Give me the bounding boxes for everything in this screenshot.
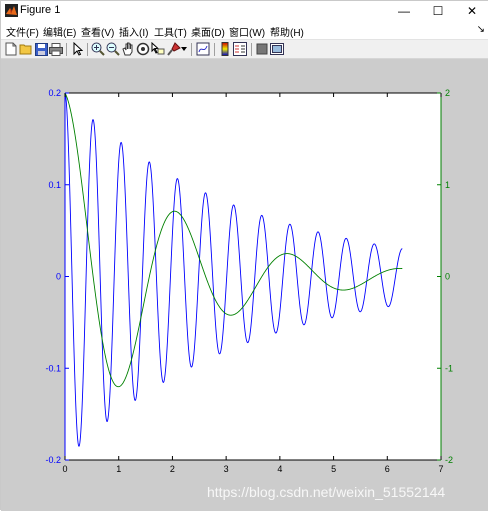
menu-edit[interactable]: 编辑(E) [43, 24, 76, 39]
toolbar-separator [191, 43, 192, 56]
brush-dropdown-icon[interactable] [180, 42, 188, 56]
menubar-dock-icon[interactable]: ↘ [477, 24, 485, 35]
toolbar-separator [66, 43, 67, 56]
right-y-tick-label: -1 [445, 363, 453, 373]
zoom-out-icon[interactable] [106, 42, 120, 56]
print-icon[interactable] [49, 42, 63, 56]
left-y-tick-label: 0.1 [48, 180, 61, 190]
left-y-tick-label: 0.2 [48, 88, 61, 98]
x-tick-label: 1 [116, 464, 121, 474]
pan-hand-icon[interactable] [121, 42, 135, 56]
right-y-tick-label: 2 [445, 88, 450, 98]
title-bar: Figure 1 — ☐ ✕ [1, 1, 488, 21]
insert-legend-icon[interactable] [233, 42, 247, 56]
maximize-button[interactable]: ☐ [421, 1, 455, 21]
x-tick-label: 6 [385, 464, 390, 474]
right-y-tick-label: -2 [445, 455, 453, 465]
watermark-text: https://blog.csdn.net/weixin_51552144 [207, 484, 446, 500]
brush-icon[interactable] [167, 42, 181, 56]
window-title: Figure 1 [20, 4, 61, 16]
x-tick-label: 4 [277, 464, 282, 474]
menu-desktop[interactable]: 桌面(D) [191, 24, 225, 39]
x-tick-label: 7 [438, 464, 443, 474]
close-button[interactable]: ✕ [455, 1, 488, 21]
maximize-icon: ☐ [432, 4, 444, 18]
right-y-tick-label: 0 [445, 272, 450, 282]
toolbar-separator [251, 43, 252, 56]
menu-tools[interactable]: 工具(T) [154, 24, 187, 39]
figure-window: Figure 1 — ☐ ✕ 文件(F) 编辑(E) 查看(V) 插入(I) 工… [0, 0, 488, 511]
menu-bar: 文件(F) 编辑(E) 查看(V) 插入(I) 工具(T) 桌面(D) 窗口(W… [1, 21, 488, 39]
data-cursor-icon[interactable] [151, 42, 165, 56]
hide-plot-tools-icon[interactable] [255, 42, 269, 56]
x-tick-label: 5 [331, 464, 336, 474]
axes-background [65, 93, 441, 460]
menu-view[interactable]: 查看(V) [81, 24, 114, 39]
toolbar-separator [214, 43, 215, 56]
figure-toolbar [1, 39, 488, 59]
menu-window[interactable]: 窗口(W) [229, 24, 265, 39]
close-icon: ✕ [466, 4, 478, 18]
menu-file[interactable]: 文件(F) [6, 24, 39, 39]
plot-area: 0 1 2 3 4 5 6 7 0.2 0.1 0 -0.1 -0.2 2 1 0 -1 -2 [45, 88, 453, 474]
save-icon[interactable] [34, 42, 48, 56]
edit-plot-arrow-icon[interactable] [71, 42, 85, 56]
left-y-tick-label: -0.1 [45, 363, 61, 373]
rotate-3d-icon[interactable] [136, 42, 150, 56]
insert-colorbar-icon[interactable] [218, 42, 232, 56]
open-file-icon[interactable] [19, 42, 33, 56]
x-tick-label: 2 [170, 464, 175, 474]
menu-help[interactable]: 帮助(H) [270, 24, 304, 39]
minimize-button[interactable]: — [387, 1, 421, 21]
link-plot-icon[interactable] [196, 42, 210, 56]
left-y-tick-label: 0 [56, 272, 61, 282]
show-plot-tools-icon[interactable] [270, 42, 284, 56]
menu-insert[interactable]: 插入(I) [119, 24, 148, 39]
x-tick-label: 0 [62, 464, 67, 474]
right-y-tick-label: 1 [445, 180, 450, 190]
x-tick-label: 3 [224, 464, 229, 474]
matlab-logo-icon [5, 4, 18, 17]
left-y-tick-label: -0.2 [45, 455, 61, 465]
new-figure-icon[interactable] [4, 42, 18, 56]
minimize-icon: — [398, 4, 410, 18]
toolbar-separator [87, 43, 88, 56]
zoom-in-icon[interactable] [91, 42, 105, 56]
